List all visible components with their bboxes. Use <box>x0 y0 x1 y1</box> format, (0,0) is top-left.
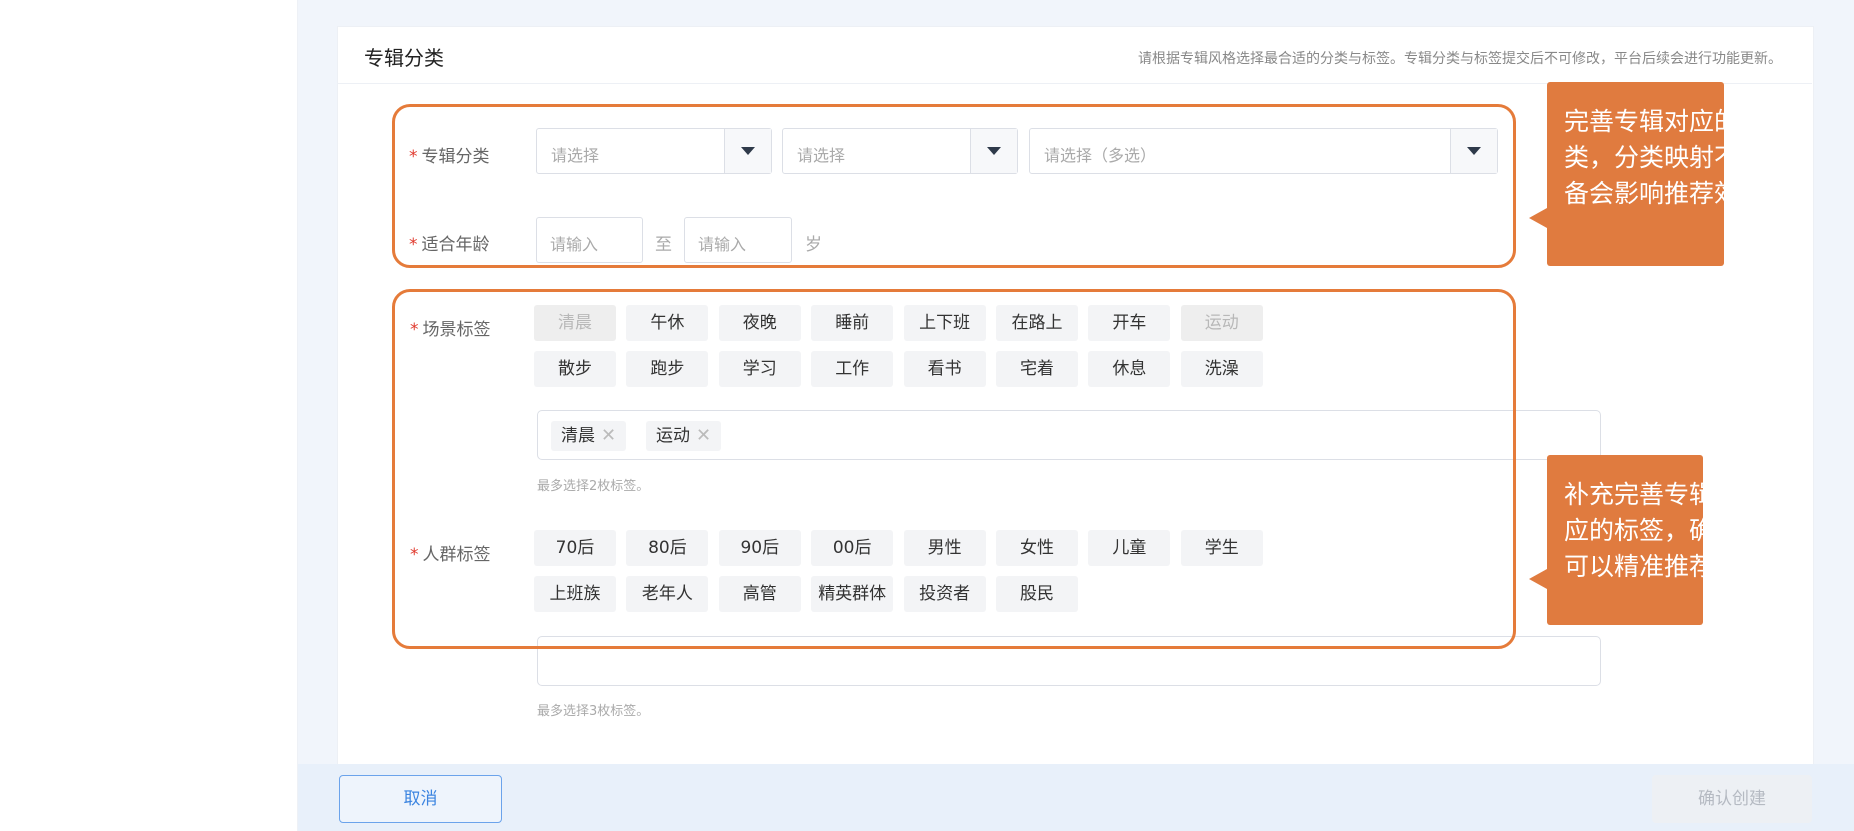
left-blank-panel <box>0 0 298 831</box>
callout-pointer <box>1529 569 1547 589</box>
crowd-tags-hint: 最多选择3枚标签。 <box>537 704 650 719</box>
footer-bar <box>298 764 1854 831</box>
tags-highlight-outline <box>392 289 1516 649</box>
cancel-button[interactable]: 取消 <box>339 775 502 823</box>
tags-callout: 补充完善专辑对 应的标签，确保 可以精准推荐 <box>1529 455 1739 625</box>
card-note: 请根据专辑风格选择最合适的分类与标签。专辑分类与标签提交后不可修改，平台后续会进… <box>1138 51 1782 67</box>
callout-pointer <box>1529 208 1547 228</box>
card-title: 专辑分类 <box>364 46 444 70</box>
category-highlight-outline <box>392 104 1516 268</box>
category-callout: 完善专辑对应的分 类，分类映射不准 备会影响推荐效果 <box>1529 82 1764 266</box>
confirm-create-button[interactable]: 确认创建 <box>1652 775 1812 823</box>
